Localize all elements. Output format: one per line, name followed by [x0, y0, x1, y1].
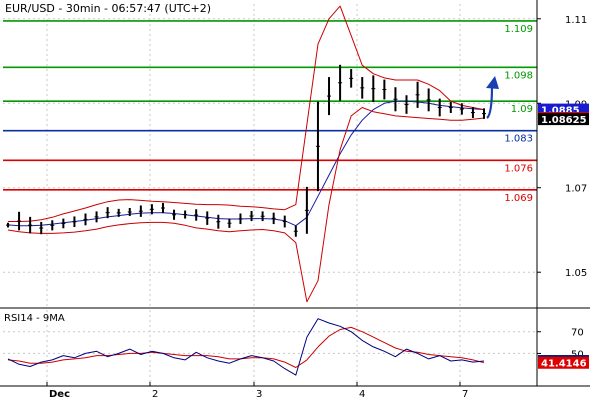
- x-tick-label: 3: [256, 389, 262, 400]
- x-tick-label: 7: [462, 389, 468, 400]
- level-label: 1.09: [511, 104, 533, 115]
- level-label: 1.069: [504, 193, 533, 204]
- forex-chart: 1.1091.0981.091.0831.0761.069 1.111.091.…: [0, 0, 590, 400]
- chart-title: EUR/USD - 30min - 06:57:47 (UTC+2): [5, 2, 211, 15]
- level-label: 1.076: [504, 163, 533, 174]
- rsi-title: RSI14 - 9MA: [4, 313, 65, 324]
- y-tick-label: 1.11: [565, 15, 587, 26]
- x-tick-label: 2: [152, 389, 158, 400]
- rsi-badge: 41.4146: [541, 359, 587, 370]
- level-label: 1.109: [504, 24, 533, 35]
- chart-canvas: 1.1091.0981.091.0831.0761.069 1.111.091.…: [0, 0, 590, 400]
- x-tick-label: Dec: [49, 389, 70, 400]
- level-label: 1.098: [504, 70, 533, 81]
- rsi-tick-label: 70: [571, 328, 584, 339]
- price-badge: 1.08625: [541, 115, 587, 126]
- y-tick-label: 1.07: [565, 184, 587, 195]
- y-tick-label: 1.05: [565, 268, 587, 279]
- x-tick-label: 4: [359, 389, 365, 400]
- level-label: 1.083: [504, 134, 533, 145]
